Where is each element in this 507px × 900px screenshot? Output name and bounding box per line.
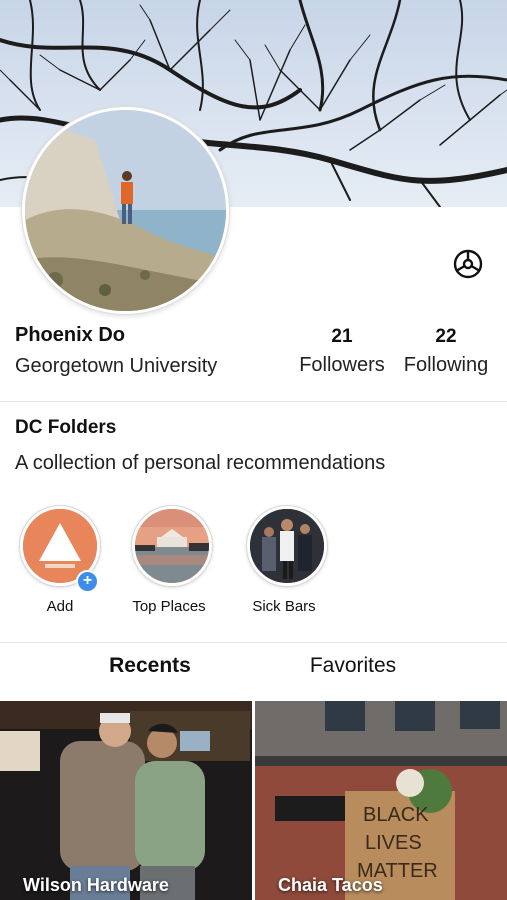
folder-label-top-places[interactable]: Top Places <box>119 598 219 615</box>
avatar-photo <box>25 110 226 311</box>
recent-label-wilson-hardware: Wilson Hardware <box>23 875 169 895</box>
following-count[interactable]: 22 <box>422 326 470 348</box>
chaia-tacos-image: BLACK LIVES MATTER <box>255 701 507 900</box>
divider <box>0 642 507 643</box>
folder-top-places[interactable] <box>132 506 212 586</box>
sick-bars-image <box>250 509 324 583</box>
folder-label-sick-bars[interactable]: Sick Bars <box>234 598 334 615</box>
settings-wheel-icon[interactable] <box>450 246 486 282</box>
profile-name: Phoenix Do <box>15 324 126 346</box>
svg-text:LIVES: LIVES <box>365 832 422 854</box>
recent-tile-wilson-hardware[interactable]: Wilson Hardware <box>0 701 252 900</box>
svg-text:BLACK: BLACK <box>363 804 429 826</box>
recent-label-chaia-tacos: Chaia Tacos <box>278 875 383 895</box>
recent-tile-chaia-tacos[interactable]: BLACK LIVES MATTER Chaia Tacos <box>255 701 507 900</box>
folder-sick-bars[interactable] <box>247 506 327 586</box>
tab-favorites[interactable]: Favorites <box>293 654 413 678</box>
folders-title: DC Folders <box>15 417 117 438</box>
wilson-hardware-image <box>0 701 252 900</box>
top-places-image <box>135 509 209 583</box>
folder-label-add[interactable]: Add <box>20 598 100 615</box>
followers-label[interactable]: Followers <box>292 354 392 377</box>
profile-avatar[interactable] <box>22 107 229 314</box>
followers-count[interactable]: 21 <box>318 326 366 348</box>
divider <box>0 401 507 402</box>
following-label[interactable]: Following <box>396 354 496 377</box>
profile-school: Georgetown University <box>15 355 218 377</box>
plus-badge-icon[interactable]: + <box>76 570 99 593</box>
folders-description: A collection of personal recommendations <box>15 452 386 474</box>
tab-recents[interactable]: Recents <box>90 654 210 678</box>
